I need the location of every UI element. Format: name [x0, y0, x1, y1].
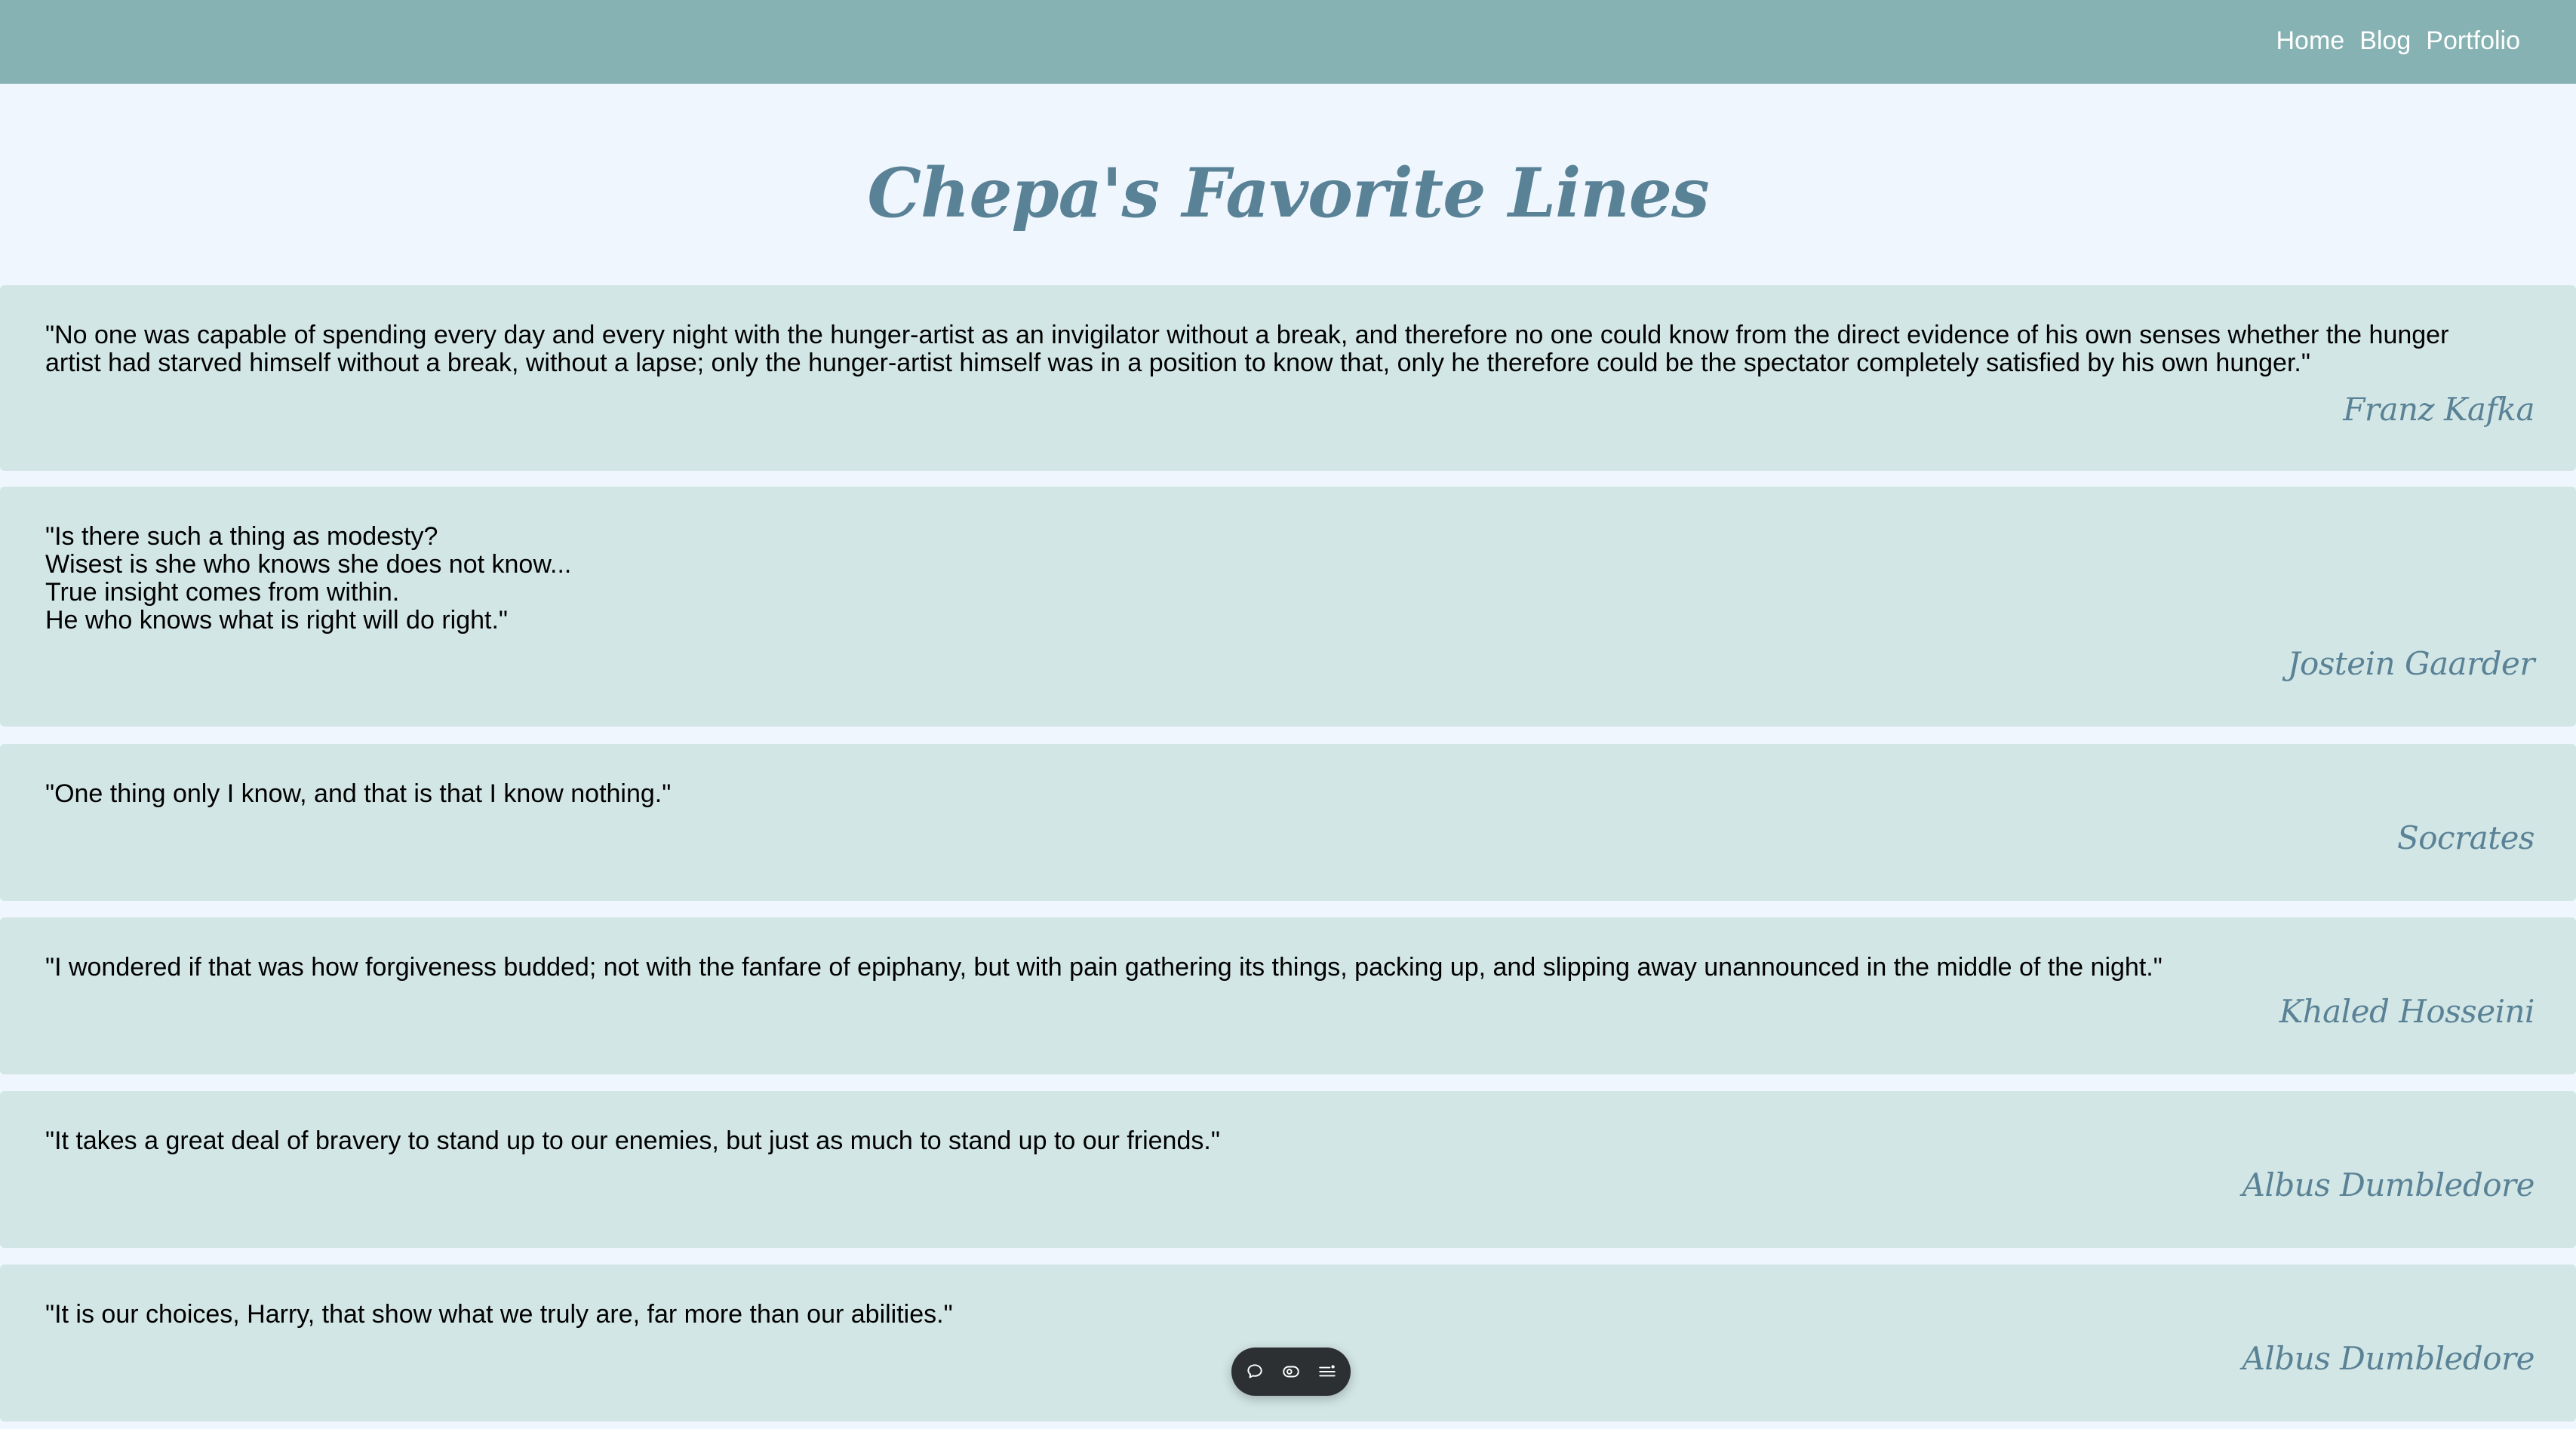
comment-icon[interactable]: [1244, 1361, 1265, 1382]
quote-text: "Is there such a thing as modesty? Wises…: [45, 522, 572, 635]
quote-author: Khaled Hosseini: [2279, 993, 2535, 1030]
quote-author: Socrates: [2397, 819, 2535, 856]
title-section: Chepa's Favorite Lines: [0, 148, 2576, 238]
top-navbar: Home Blog Portfolio: [0, 0, 2576, 84]
nav-home-link[interactable]: Home: [2276, 26, 2345, 56]
quote-card: "No one was capable of spending every da…: [0, 285, 2576, 471]
quote-author: Jostein Gaarder: [2287, 645, 2535, 682]
quote-card: "It takes a great deal of bravery to sta…: [0, 1091, 2576, 1248]
main-nav: Home Blog Portfolio: [2276, 26, 2521, 56]
page-title: Chepa's Favorite Lines: [867, 153, 1709, 233]
quote-text: "No one was capable of spending every da…: [45, 321, 2449, 377]
quote-card: "I wondered if that was how forgiveness …: [0, 917, 2576, 1074]
quote-author: Albus Dumbledore: [2242, 1166, 2535, 1203]
quote-author: Albus Dumbledore: [2242, 1340, 2535, 1377]
quote-author: Franz Kafka: [2343, 391, 2535, 428]
eye-icon[interactable]: [1280, 1361, 1302, 1382]
quote-card: "It is our choices, Harry, that show wha…: [0, 1265, 2576, 1421]
quote-text: "One thing only I know, and that is that…: [45, 779, 672, 808]
nav-portfolio-link[interactable]: Portfolio: [2426, 26, 2520, 56]
quote-text: "It is our choices, Harry, that show wha…: [45, 1300, 953, 1329]
floating-toolbar: [1231, 1348, 1351, 1396]
list-icon[interactable]: [1317, 1361, 1338, 1382]
nav-blog-link[interactable]: Blog: [2359, 26, 2411, 56]
quote-text: "I wondered if that was how forgiveness …: [45, 953, 2163, 982]
quote-text: "It takes a great deal of bravery to sta…: [45, 1126, 1220, 1155]
quote-card: "One thing only I know, and that is that…: [0, 744, 2576, 901]
quote-card: "Is there such a thing as modesty? Wises…: [0, 487, 2576, 727]
